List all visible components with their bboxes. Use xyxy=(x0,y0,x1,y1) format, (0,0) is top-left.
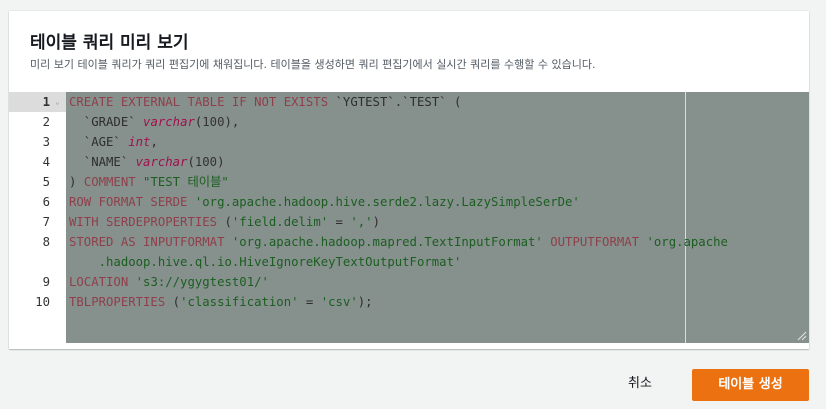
code-line: `AGE` int, xyxy=(69,132,158,152)
line-number: 5 xyxy=(42,175,50,189)
line-number: 10 xyxy=(35,295,50,309)
code-token: = xyxy=(298,295,321,309)
code-token: CREATE EXTERNAL TABLE IF NOT EXISTS xyxy=(69,95,336,109)
query-editor[interactable]: ⌄ 1 2 3 4 5 6 7 8 9 10 CREATE EXTERNAL TABLE IF N… xyxy=(9,92,809,343)
code-token: ); xyxy=(357,295,373,309)
code-token: , xyxy=(150,135,158,149)
code-token: 'org.apache.hadoop.mapred.TextInputForma… xyxy=(231,235,543,249)
fold-chevron-icon[interactable]: ⌄ xyxy=(55,96,60,108)
code-line: `NAME` varchar(100) xyxy=(69,152,225,172)
code-token: = xyxy=(328,215,351,229)
code-line: WITH SERDEPROPERTIES ('field.delim' = ',… xyxy=(69,212,380,232)
code-token: ROW FORMAT SERDE xyxy=(69,195,195,209)
code-token: ( xyxy=(172,295,181,309)
code-token: 'org.apache xyxy=(646,235,728,249)
code-token: `YGTEST`.`TEST` xyxy=(335,95,447,109)
editor-gutter: ⌄ 1 2 3 4 5 6 7 8 9 10 xyxy=(9,92,66,343)
dialog-description: 미리 보기 테이블 쿼리가 쿼리 편집기에 채워집니다. 테이블을 생성하면 쿼… xyxy=(30,58,596,71)
code-token: STORED AS INPUTFORMAT xyxy=(69,235,232,249)
line-number: 3 xyxy=(42,135,50,149)
line-number: 4 xyxy=(42,155,50,169)
code-line: TBLPROPERTIES ('classification' = 'csv')… xyxy=(69,292,373,312)
create-table-button[interactable]: 테이블 생성 xyxy=(692,369,809,401)
code-token: LOCATION xyxy=(69,275,136,289)
code-token: COMMENT xyxy=(83,175,144,189)
code-line: LOCATION 's3://ygygtest01/' xyxy=(69,272,269,292)
line-number: 8 xyxy=(42,235,50,249)
code-token: ) xyxy=(69,175,84,189)
code-token: 'csv' xyxy=(320,295,358,309)
code-token: .hadoop.hive.ql.io.HiveIgnoreKeyTextOutp… xyxy=(69,255,462,269)
code-line: ROW FORMAT SERDE 'org.apache.hadoop.hive… xyxy=(69,192,580,212)
print-margin xyxy=(685,92,686,343)
code-token: 'org.apache.hadoop.hive.serde2.lazy.Lazy… xyxy=(194,195,580,209)
code-token: varchar xyxy=(135,155,188,169)
code-token: `AGE` xyxy=(69,135,129,149)
code-token: TBLPROPERTIES xyxy=(69,295,173,309)
code-token: OUTPUTFORMAT xyxy=(542,235,647,249)
code-token: WITH SERDEPROPERTIES xyxy=(69,215,225,229)
line-number: 2 xyxy=(42,115,50,129)
code-token: 100 xyxy=(202,115,225,129)
code-token: "TEST 테이블" xyxy=(143,175,229,189)
line-number: 7 xyxy=(42,215,50,229)
code-token: 's3://ygygtest01/' xyxy=(135,275,269,289)
code-line: CREATE EXTERNAL TABLE IF NOT EXISTS `YGT… xyxy=(69,92,461,112)
code-token: 'classification' xyxy=(180,295,299,309)
line-number: 6 xyxy=(42,195,50,209)
code-line: ) COMMENT "TEST 테이블" xyxy=(69,172,229,192)
code-token: ( xyxy=(187,155,195,169)
code-token: ) xyxy=(217,155,225,169)
code-token: ) xyxy=(372,215,380,229)
dialog-title: 테이블 쿼리 미리 보기 xyxy=(30,33,189,53)
line-number xyxy=(20,252,50,272)
code-token: 'field.delim' xyxy=(231,215,329,229)
code-line: STORED AS INPUTFORMAT 'org.apache.hadoop… xyxy=(69,232,728,252)
code-line: `GRADE` varchar(100), xyxy=(69,112,240,132)
code-token: ( xyxy=(446,95,462,109)
code-token: `NAME` xyxy=(69,155,136,169)
code-token: ',' xyxy=(350,215,373,229)
code-token: ( xyxy=(224,215,232,229)
cancel-button[interactable]: 취소 xyxy=(628,372,652,391)
line-number: 9 xyxy=(42,275,50,289)
code-area[interactable]: CREATE EXTERNAL TABLE IF NOT EXISTS `YGT… xyxy=(66,92,809,343)
code-token: ), xyxy=(224,115,240,129)
resize-handle-icon[interactable] xyxy=(797,331,807,341)
code-token: `GRADE` xyxy=(69,115,144,129)
code-token: varchar xyxy=(143,115,195,129)
code-line: .hadoop.hive.ql.io.HiveIgnoreKeyTextOutp… xyxy=(69,252,462,272)
table-preview-dialog: 테이블 쿼리 미리 보기 미리 보기 테이블 쿼리가 쿼리 편집기에 채워집니다… xyxy=(9,11,809,349)
code-token: int xyxy=(128,135,151,149)
line-number: 1 xyxy=(42,95,50,109)
code-token: 100 xyxy=(194,155,218,169)
